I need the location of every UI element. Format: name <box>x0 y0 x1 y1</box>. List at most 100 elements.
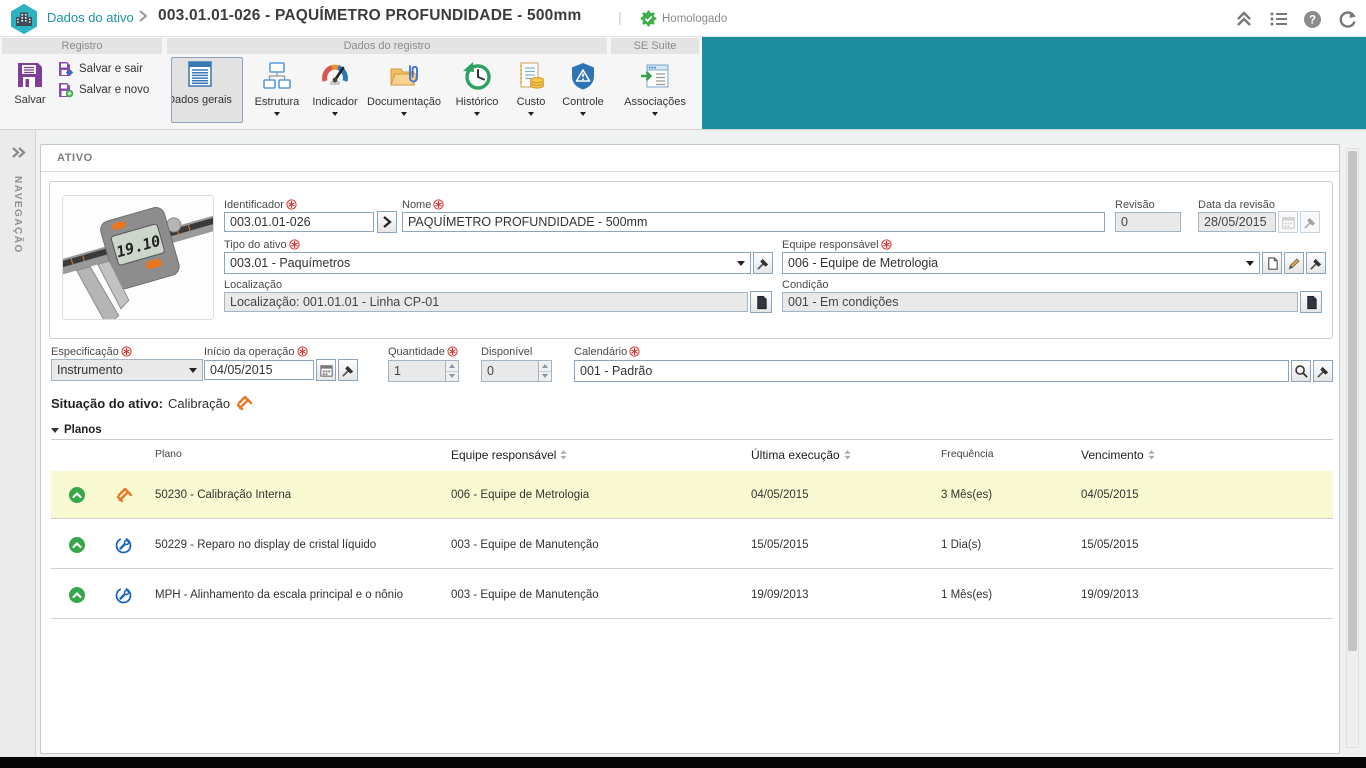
data-revisao-calendar-button <box>1278 211 1298 233</box>
save-exit-button[interactable]: Salvar e sair <box>58 61 143 77</box>
save-icon <box>15 60 45 90</box>
tab-controle[interactable]: Controle <box>556 57 610 116</box>
disponivel-label: Disponível <box>481 346 532 358</box>
save-exit-icon <box>58 61 74 77</box>
tab-controle-label: Controle <box>562 96 604 108</box>
tab-custo-label: Custo <box>517 96 546 108</box>
identificador-go-button[interactable] <box>377 211 397 233</box>
inicio-operacao-clear-button[interactable] <box>338 359 358 381</box>
plan-team: 003 - Equipe de Manutenção <box>451 571 599 619</box>
tab-associacoes[interactable]: Associações <box>615 57 695 116</box>
identificador-input[interactable] <box>224 212 374 232</box>
especificacao-select: Instrumento <box>51 359 203 381</box>
clean-brush-icon <box>341 363 356 378</box>
nome-input[interactable] <box>402 212 1105 232</box>
column-ultima-execucao[interactable]: Última execução <box>751 448 851 462</box>
tipo-ativo-clear-button[interactable] <box>753 252 773 274</box>
status-label: Homologado <box>662 13 727 25</box>
scrollbar-thumb[interactable] <box>1348 151 1357 651</box>
section-header: ATIVO <box>41 145 1339 172</box>
ribbon-group-dados: Dados do registro <box>167 38 607 54</box>
quantidade-input <box>388 360 446 382</box>
required-icon <box>289 239 300 250</box>
tab-estrutura-label: Estrutura <box>255 96 300 108</box>
clean-brush-icon <box>1303 215 1318 230</box>
calendario-search-button[interactable] <box>1291 360 1311 382</box>
tab-historico[interactable]: Histórico <box>449 57 505 116</box>
vertical-scrollbar[interactable] <box>1346 148 1359 748</box>
asset-status-line: Situação do ativo: Calibração <box>51 395 252 412</box>
plan-team: 003 - Equipe de Manutenção <box>451 521 599 569</box>
equipe-select[interactable]: 006 - Equipe de Metrologia <box>782 252 1260 274</box>
tab-dados-gerais[interactable]: Dados gerais <box>171 57 243 123</box>
planos-title: Planos <box>64 424 102 436</box>
column-equipe[interactable]: Equipe responsável <box>451 448 567 462</box>
nav-label: NAVEGAÇÃO <box>12 176 23 254</box>
save-exit-label: Salvar e sair <box>79 63 143 75</box>
chevron-right-icon <box>381 215 393 229</box>
column-plano: Plano <box>155 448 182 460</box>
document-icon <box>1265 256 1280 271</box>
dropdown-caret-icon <box>274 112 280 116</box>
list-view-icon[interactable] <box>1269 10 1289 28</box>
plan-row[interactable]: 50229 - Reparo no display de cristal líq… <box>51 521 1333 569</box>
row-expand-icon[interactable] <box>68 571 86 619</box>
data-revisao-label: Data da revisão <box>1198 199 1275 211</box>
plan-row[interactable]: 50230 - Calibração Interna 006 - Equipe … <box>51 471 1333 519</box>
caliper-icon[interactable] <box>235 395 252 412</box>
inicio-operacao-input[interactable] <box>204 360 314 380</box>
plan-row[interactable]: MPH - Alinhamento da escala principal e … <box>51 571 1333 619</box>
planos-section-toggle[interactable]: Planos <box>51 424 102 436</box>
disponivel-input <box>481 360 539 382</box>
gear-check-icon <box>640 10 657 27</box>
plan-last-execution: 15/05/2015 <box>751 521 809 569</box>
svg-text:?: ? <box>1309 15 1316 27</box>
equipe-edit-button[interactable] <box>1284 252 1304 274</box>
plan-frequency: 3 Mês(es) <box>941 471 992 519</box>
situacao-value: Calibração <box>168 396 230 411</box>
tab-documentacao[interactable]: Documentação <box>364 57 444 116</box>
inicio-operacao-calendar-button[interactable] <box>316 359 336 381</box>
dropdown-caret-icon <box>652 112 658 116</box>
structure-icon <box>261 60 293 92</box>
condicao-label: Condição <box>782 279 828 291</box>
page-title: 003.01.01-026 - PAQUÍMETRO PROFUNDIDADE … <box>158 7 581 25</box>
tipo-ativo-select[interactable]: 003.01 - Paquímetros <box>224 252 751 274</box>
calendar-icon <box>1281 215 1296 230</box>
asset-photo[interactable]: 19.10 <box>62 195 214 320</box>
dropdown-caret-icon <box>332 112 338 116</box>
help-icon[interactable]: ? <box>1303 10 1323 28</box>
tab-estrutura[interactable]: Estrutura <box>248 57 306 116</box>
required-icon <box>629 346 640 357</box>
row-expand-icon[interactable] <box>68 521 86 569</box>
save-new-label: Salvar e novo <box>79 84 149 96</box>
equipe-clear-button[interactable] <box>1306 252 1326 274</box>
save-label: Salvar <box>14 94 45 106</box>
calendario-clear-button[interactable] <box>1313 360 1333 382</box>
localizacao-detail-button[interactable] <box>750 291 772 313</box>
condicao-detail-button[interactable] <box>1300 291 1322 313</box>
associations-icon <box>639 60 671 92</box>
refresh-icon[interactable] <box>1337 10 1357 28</box>
bottom-bar <box>0 757 1366 768</box>
plan-due-date: 19/09/2013 <box>1081 571 1139 619</box>
tab-custo[interactable]: Custo <box>508 57 554 116</box>
row-expand-icon[interactable] <box>68 471 86 519</box>
tab-indicador[interactable]: Indicador <box>308 57 362 116</box>
ribbon-teal-fill <box>702 37 1366 129</box>
save-button[interactable]: Salvar <box>6 57 54 106</box>
especificacao-label: Especificação <box>51 346 132 358</box>
app-logo-icon <box>9 4 39 39</box>
collapse-header-icon[interactable] <box>1234 10 1254 28</box>
nav-expand-icon[interactable] <box>10 144 27 166</box>
plan-due-date: 04/05/2015 <box>1081 471 1139 519</box>
plan-team: 006 - Equipe de Metrologia <box>451 471 589 519</box>
calendario-input[interactable] <box>574 360 1289 382</box>
select-caret-icon <box>737 261 745 266</box>
required-icon <box>297 346 308 357</box>
column-vencimento[interactable]: Vencimento <box>1081 448 1155 462</box>
equipe-view-button[interactable] <box>1262 252 1282 274</box>
status-badge: Homologado <box>640 10 727 27</box>
save-new-button[interactable]: Salvar e novo <box>58 82 149 98</box>
sort-icon <box>560 449 567 461</box>
